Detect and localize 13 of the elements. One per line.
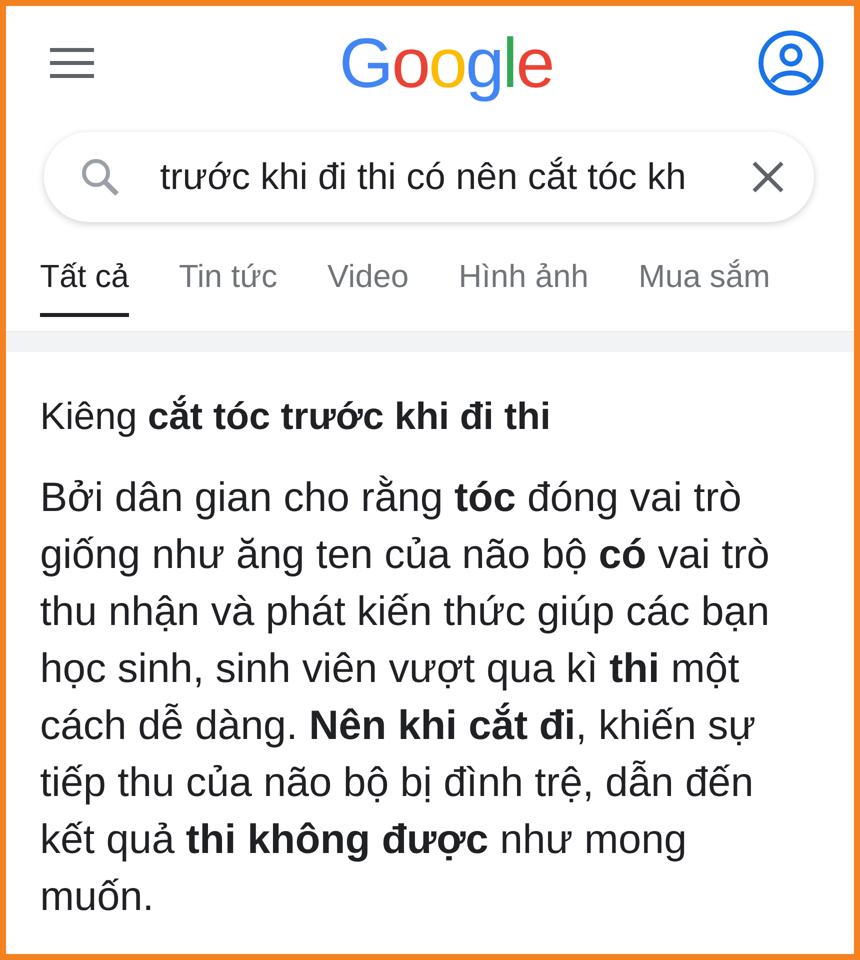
google-logo: Google bbox=[339, 23, 553, 103]
account-icon[interactable] bbox=[758, 30, 824, 96]
result-snippet: Bởi dân gian cho rằng tóc đóng vai trò giống như ăng ten của não bộ có vai trò thu nhận và phát kiến thức giúp các bạn học sinh, sinh viên vượt qua kì thi một cách dễ dàng. Nên khi cắt đi, khiến sự tiếp thu của não bộ bị đình trệ, dẫn đến kết quả thi không được như mong muốn. bbox=[40, 473, 771, 921]
tab[interactable]: Mua sắm bbox=[638, 258, 770, 317]
tab[interactable]: Video bbox=[327, 258, 409, 317]
tab[interactable]: Tất cả bbox=[40, 258, 129, 317]
search-icon bbox=[80, 157, 120, 197]
tab[interactable]: Hình ảnh bbox=[458, 258, 589, 317]
tab[interactable]: Tin tức bbox=[178, 258, 278, 317]
result-title: Kiêng cắt tóc trước khi đi thi bbox=[40, 396, 552, 439]
menu-icon[interactable] bbox=[50, 48, 94, 78]
close-icon[interactable] bbox=[752, 161, 784, 193]
search-field[interactable]: trước khi đi thi có nên cắt tóc kh bbox=[44, 132, 814, 222]
